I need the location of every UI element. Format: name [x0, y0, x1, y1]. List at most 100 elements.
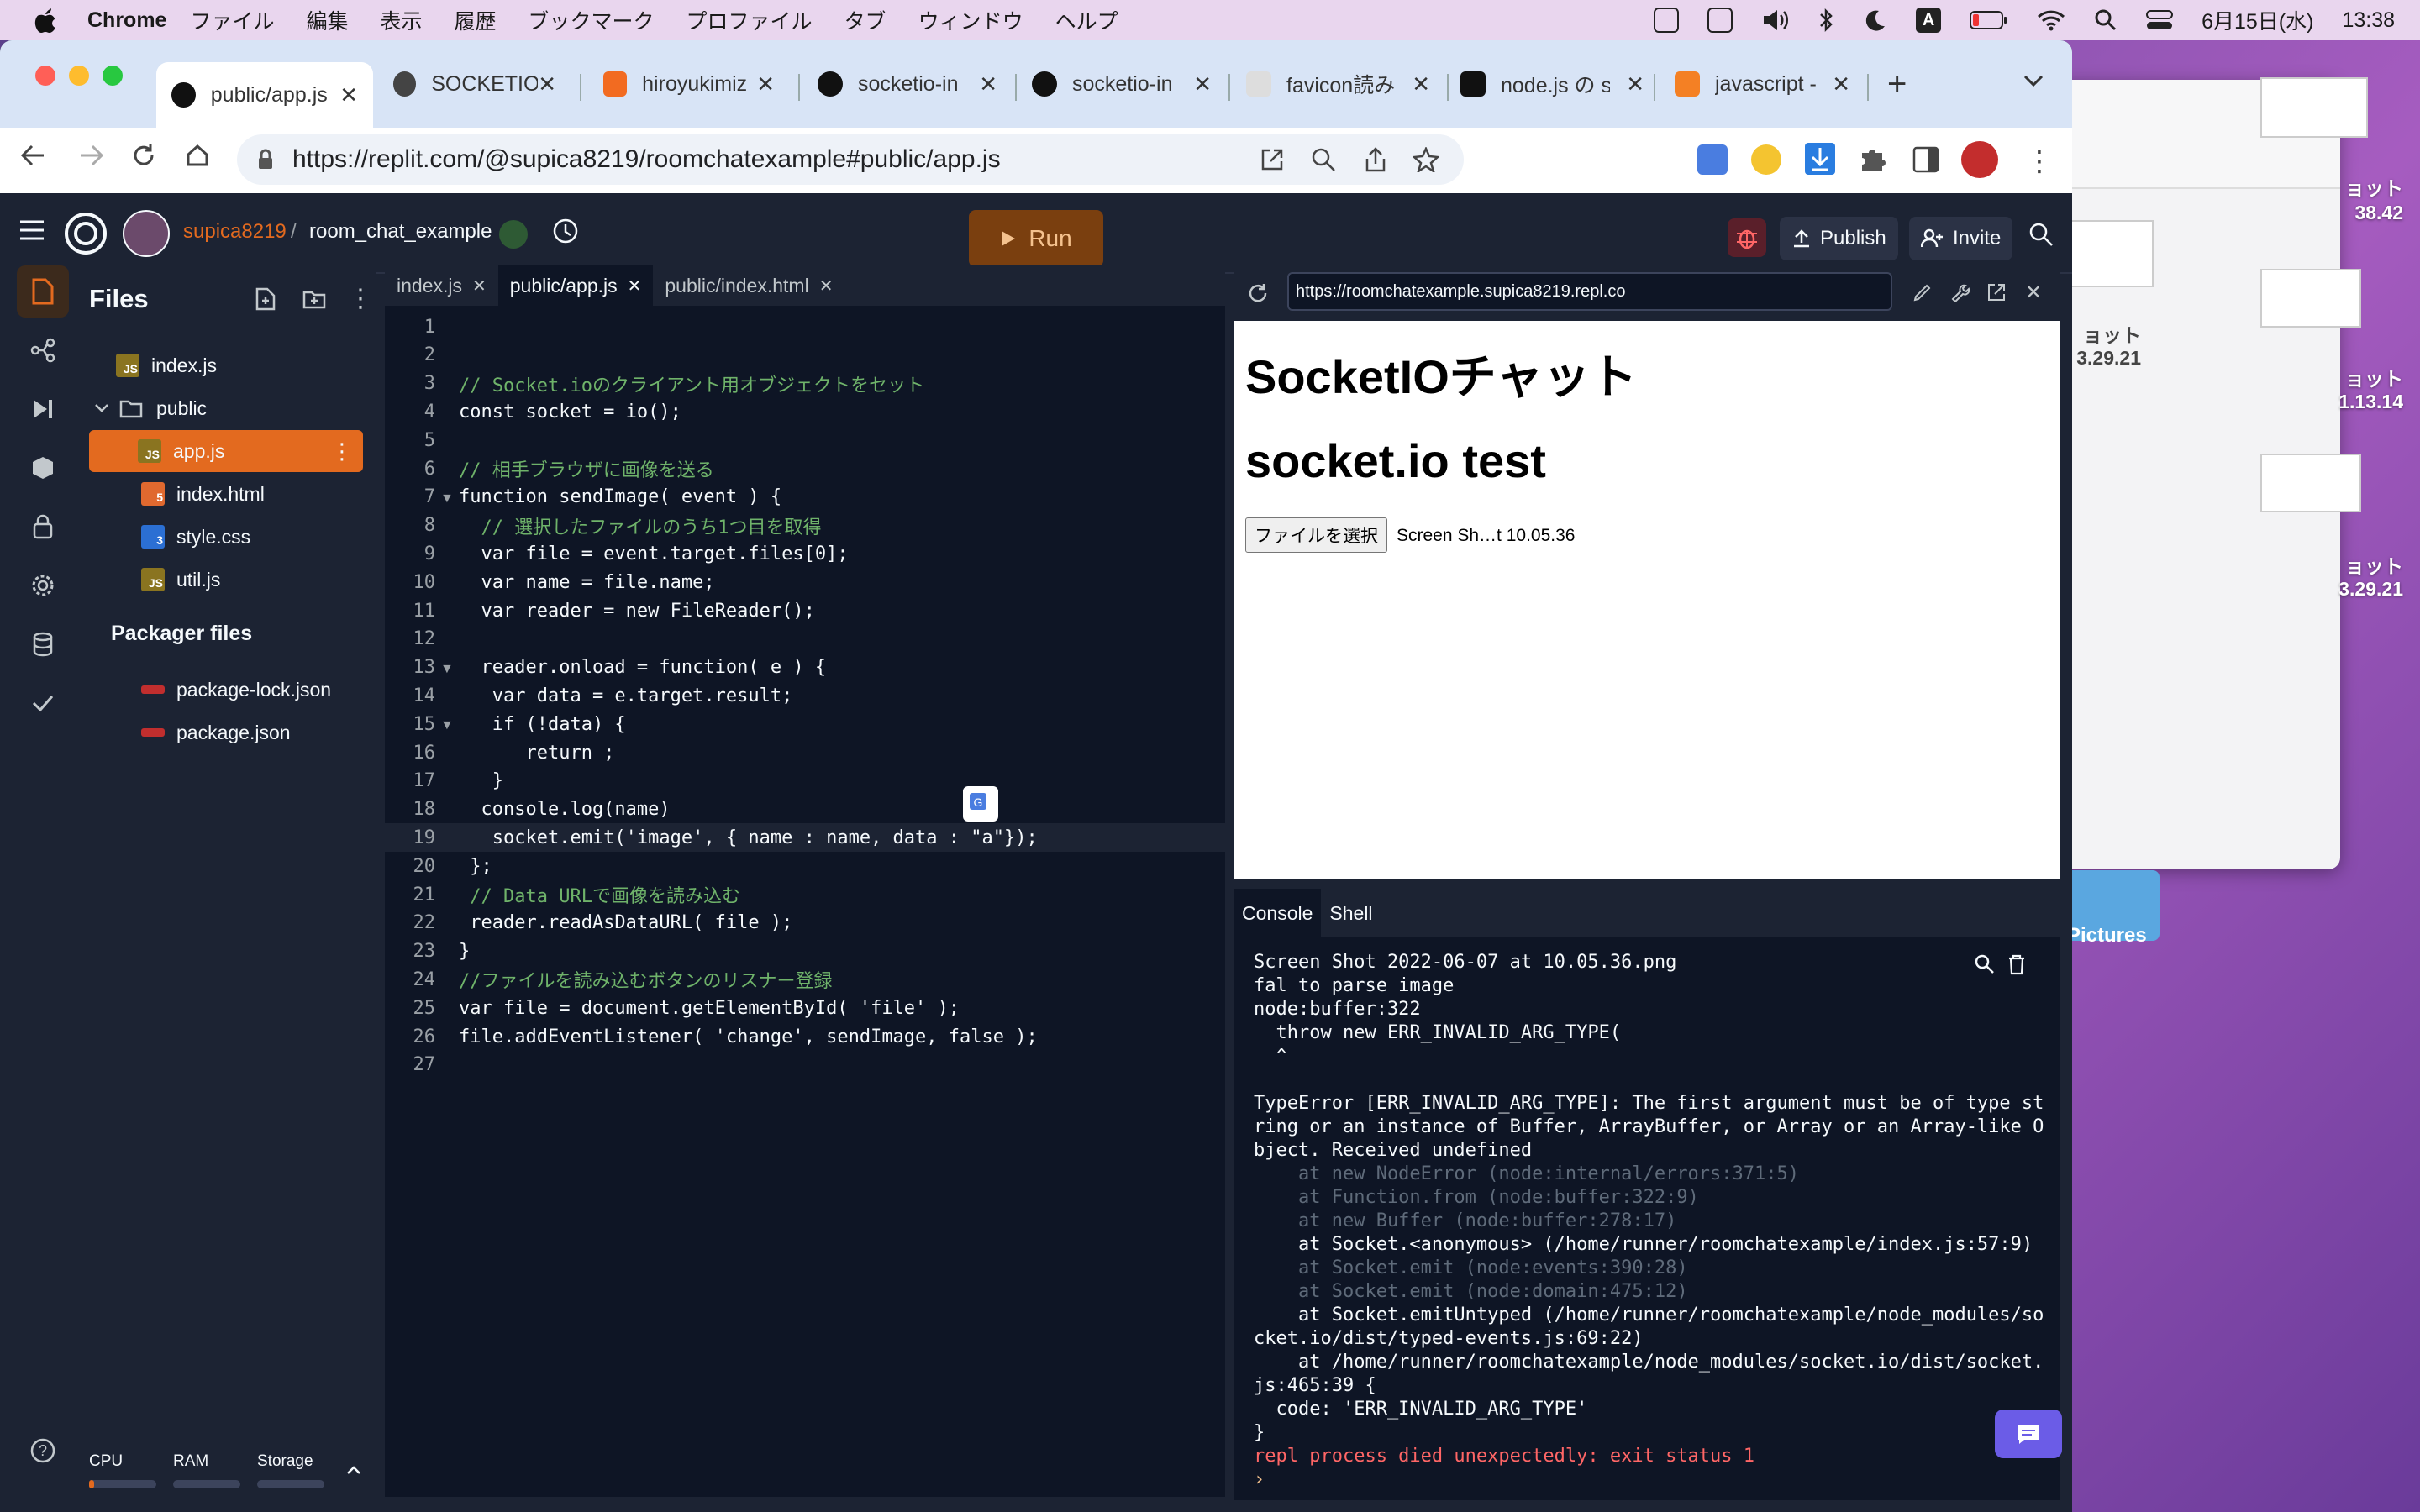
- volume-icon[interactable]: [1761, 8, 1790, 33]
- browser-tab[interactable]: hiroyukimiz ✕: [588, 59, 790, 109]
- translate-popup-icon[interactable]: G: [963, 786, 998, 822]
- code-line[interactable]: 27: [385, 1051, 1225, 1079]
- code-line[interactable]: 2: [385, 341, 1225, 370]
- new-file-icon[interactable]: [255, 287, 276, 311]
- code-line[interactable]: 11 var reader = new FileReader();: [385, 596, 1225, 625]
- code-line[interactable]: 5: [385, 426, 1225, 454]
- menu-file[interactable]: ファイル: [190, 5, 274, 35]
- menu-tab[interactable]: タブ: [844, 5, 886, 35]
- version-control-icon[interactable]: [17, 324, 69, 376]
- battery-icon[interactable]: [1970, 10, 2008, 30]
- side-panel-icon[interactable]: [1912, 146, 1939, 173]
- menu-window[interactable]: ウィンドウ: [918, 5, 1023, 35]
- debugger-step-icon[interactable]: [17, 383, 69, 435]
- tab-close-icon[interactable]: ✕: [1412, 71, 1430, 97]
- fold-chevron-icon[interactable]: ▼: [440, 662, 454, 677]
- status-app-icon[interactable]: [1654, 8, 1680, 33]
- hamburger-menu-icon[interactable]: [18, 218, 45, 242]
- code-line[interactable]: 24 //ファイルを読み込むボタンのリスナー登録: [385, 965, 1225, 994]
- devtools-wrench-icon[interactable]: [1949, 282, 1970, 302]
- publish-button[interactable]: Publish: [1780, 217, 1898, 260]
- file-item-package-json[interactable]: package.json: [91, 711, 368, 753]
- tab-close-icon[interactable]: ✕: [538, 71, 556, 97]
- code-line[interactable]: 3 // Socket.ioのクライアント用オブジェクトをセット: [385, 370, 1225, 398]
- file-more-icon[interactable]: ⋮: [331, 438, 353, 465]
- browser-tab[interactable]: socketio-in ✕: [1017, 59, 1227, 109]
- file-choose-button[interactable]: ファイルを選択: [1245, 517, 1387, 553]
- menubar-time[interactable]: 13:38: [2342, 8, 2395, 33]
- code-line[interactable]: 19 socket.emit('image', { name : name, d…: [385, 823, 1225, 853]
- code-line[interactable]: 13 reader.onload = function( e ) {: [385, 654, 1225, 682]
- bookmark-star-icon[interactable]: [1413, 147, 1439, 172]
- tab-close-icon[interactable]: ✕: [339, 82, 358, 108]
- file-item-index-js[interactable]: JS index.js: [91, 344, 368, 386]
- share-icon[interactable]: [1365, 147, 1386, 172]
- files-more-icon[interactable]: ⋮: [348, 284, 373, 313]
- edit-pencil-icon[interactable]: [1912, 282, 1933, 302]
- bluetooth-icon[interactable]: [1818, 8, 1835, 33]
- packages-cube-icon[interactable]: [17, 442, 69, 494]
- desktop-thumbnail[interactable]: [2070, 220, 2154, 287]
- code-line[interactable]: 23}: [385, 937, 1225, 966]
- spotlight-icon[interactable]: [2094, 8, 2118, 32]
- code-line[interactable]: 16 return ;: [385, 738, 1225, 767]
- home-icon[interactable]: [185, 143, 210, 168]
- webview-close-icon[interactable]: ✕: [2025, 281, 2042, 305]
- folder-item-public[interactable]: public: [91, 387, 368, 429]
- tab-shell[interactable]: Shell: [1321, 889, 1381, 937]
- database-icon[interactable]: [17, 618, 69, 670]
- tab-close-icon[interactable]: ✕: [756, 71, 775, 97]
- apple-icon[interactable]: [25, 8, 66, 33]
- secrets-lock-icon[interactable]: [17, 501, 69, 553]
- browser-tab[interactable]: node.js の s ✕: [1445, 59, 1660, 109]
- help-icon[interactable]: ?: [17, 1425, 69, 1477]
- code-line[interactable]: 12: [385, 625, 1225, 654]
- tab-close-icon[interactable]: ✕: [628, 276, 642, 297]
- code-line[interactable]: 21 // Data URLで画像を読み込む: [385, 880, 1225, 909]
- browser-tab[interactable]: public/app.js ✕: [156, 62, 373, 128]
- run-button[interactable]: Run: [969, 210, 1103, 267]
- history-icon[interactable]: [551, 217, 580, 245]
- zoom-window-button[interactable]: [103, 66, 123, 86]
- editor-tab-index-html[interactable]: public/index.html ✕: [653, 265, 844, 306]
- menu-history[interactable]: 履歴: [455, 5, 497, 35]
- code-line[interactable]: 4 const socket = io();: [385, 397, 1225, 426]
- chevron-down-icon[interactable]: [94, 403, 109, 413]
- chrome-menu-icon[interactable]: ⋮: [2025, 144, 2054, 178]
- desktop-thumbnail[interactable]: [2260, 77, 2368, 138]
- browser-tab[interactable]: javascript - ✕: [1660, 59, 1865, 109]
- fold-chevron-icon[interactable]: ▼: [440, 491, 454, 507]
- editor-tab-app-js[interactable]: public/app.js ✕: [497, 265, 654, 306]
- zoom-icon[interactable]: [1311, 147, 1336, 172]
- unit-tests-check-icon[interactable]: [17, 677, 69, 729]
- code-line[interactable]: 18 console.log(name): [385, 795, 1225, 824]
- files-tool-icon[interactable]: [17, 265, 69, 318]
- control-center-icon[interactable]: [2146, 9, 2174, 31]
- code-line[interactable]: 1: [385, 312, 1225, 341]
- code-line[interactable]: 26 file.addEventListener( 'change', sendI…: [385, 1022, 1225, 1051]
- browser-tab[interactable]: favicon読み ✕: [1231, 59, 1445, 109]
- invite-button[interactable]: Invite: [1909, 217, 2013, 260]
- status-grid-icon[interactable]: [1707, 8, 1733, 33]
- moon-icon[interactable]: [1864, 8, 1887, 32]
- code-line[interactable]: 15 if (!data) {: [385, 710, 1225, 738]
- tab-console[interactable]: Console: [1234, 889, 1322, 937]
- reload-icon[interactable]: [131, 143, 156, 168]
- desktop-thumbnail[interactable]: [2260, 269, 2361, 328]
- tab-close-icon[interactable]: ✕: [1626, 71, 1644, 97]
- webview-url-field[interactable]: https://roomchatexample.supica8219.repl.…: [1287, 272, 1892, 311]
- project-name[interactable]: room_chat_example: [309, 220, 492, 244]
- tab-close-icon[interactable]: ✕: [1193, 71, 1212, 97]
- menu-bookmarks[interactable]: ブックマーク: [529, 5, 655, 35]
- console-search-icon[interactable]: [1970, 949, 2000, 979]
- address-bar[interactable]: https://replit.com/@supica8219/roomchate…: [237, 134, 1464, 185]
- clear-console-trash-icon[interactable]: [2002, 949, 2032, 979]
- fold-chevron-icon[interactable]: ▼: [440, 718, 454, 733]
- editor-tab-index-js[interactable]: index.js ✕: [385, 265, 498, 306]
- code-line[interactable]: 6 // 相手ブラウザに画像を送る: [385, 454, 1225, 483]
- wifi-icon[interactable]: [2037, 9, 2065, 31]
- input-source-icon[interactable]: A: [1916, 8, 1942, 33]
- browser-tab[interactable]: SOCKETIO ✕: [378, 59, 571, 109]
- extensions-puzzle-icon[interactable]: [1859, 144, 1887, 173]
- menu-profiles[interactable]: プロファイル: [687, 5, 813, 35]
